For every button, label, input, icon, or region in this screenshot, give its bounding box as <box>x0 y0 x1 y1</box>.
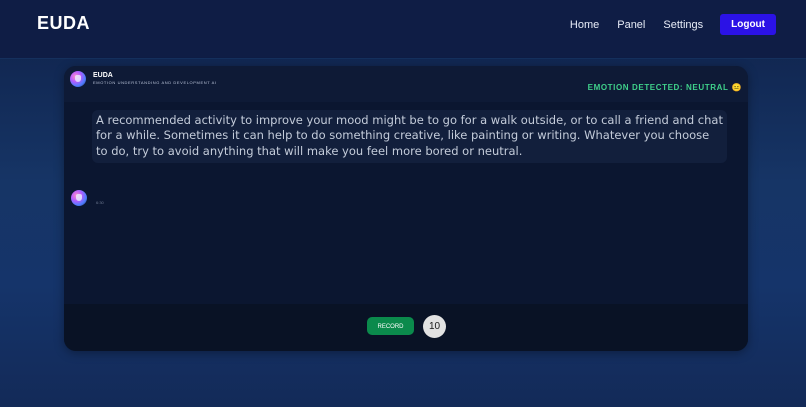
top-navbar: EUDA Home Panel Settings Logout <box>0 0 806 59</box>
nav-home-link[interactable]: Home <box>570 19 599 31</box>
nav-links: Home Panel Settings Logout <box>552 14 776 35</box>
record-button[interactable]: RECORD <box>367 317 414 335</box>
bot-avatar-icon <box>70 71 86 87</box>
message-text: A recommended activity to improve your m… <box>96 113 723 158</box>
bot-name: EUDA <box>93 72 113 79</box>
message-list[interactable]: A recommended activity to improve your m… <box>64 102 748 304</box>
neutral-face-icon: 😐 <box>731 83 742 92</box>
countdown-timer: 10 <box>423 315 446 338</box>
logout-button[interactable]: Logout <box>720 14 776 35</box>
message-bubble: A recommended activity to improve your m… <box>92 110 727 163</box>
chat-card: EUDA EMOTION UNDERSTANDING AND DEVELOPME… <box>64 66 748 351</box>
emotion-status: EMOTION DETECTED: NEUTRAL 😐 <box>588 83 742 92</box>
brand-logo[interactable]: EUDA <box>37 13 90 34</box>
nav-panel-link[interactable]: Panel <box>617 19 645 31</box>
chat-footer: RECORD 10 <box>64 304 748 351</box>
message-avatar-icon <box>71 190 87 206</box>
message-timestamp: 6:30 <box>96 200 104 205</box>
chat-header: EUDA EMOTION UNDERSTANDING AND DEVELOPME… <box>64 66 748 102</box>
nav-settings-link[interactable]: Settings <box>663 19 703 31</box>
bot-subtitle: EMOTION UNDERSTANDING AND DEVELOPMENT AI <box>93 80 217 85</box>
emotion-label: EMOTION DETECTED: NEUTRAL <box>587 83 729 92</box>
